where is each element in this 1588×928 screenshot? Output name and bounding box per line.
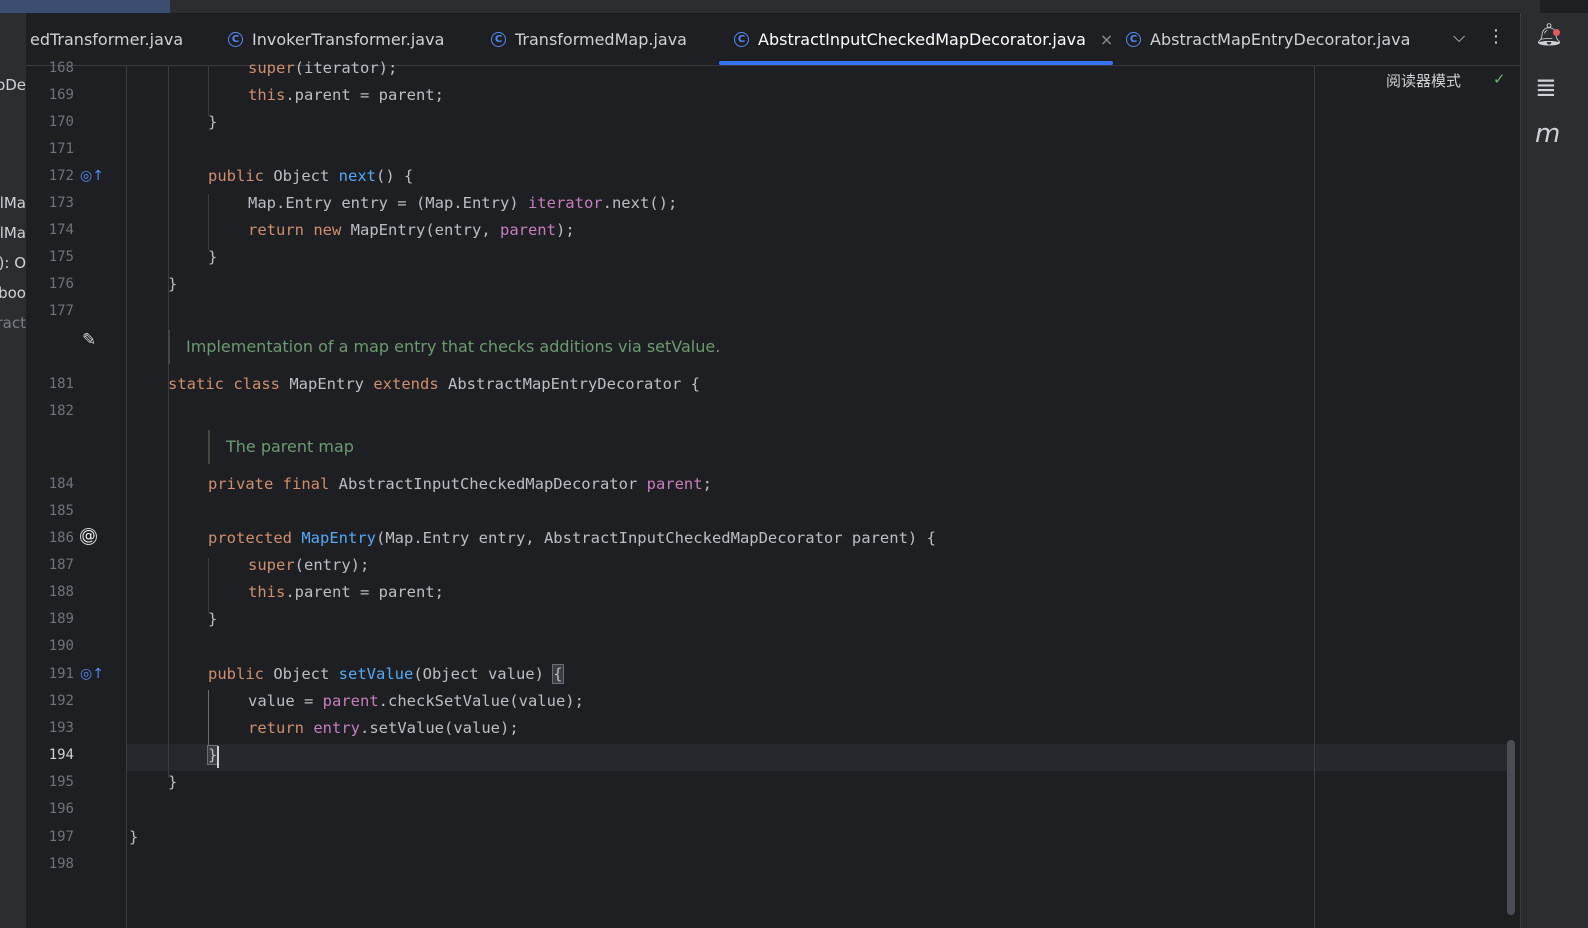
line-number: 174 [48,222,74,238]
database-icon[interactable]: ≣ [1535,73,1557,103]
line-number: 173 [48,195,74,211]
line-number: 170 [48,114,74,130]
chevron-down-icon[interactable]: ⌵ [1453,27,1465,47]
tab-label: edTransformer.java [30,29,184,49]
code-line-181[interactable]: static class MapEntry extends AbstractMa… [168,375,700,393]
code-line-189[interactable]: } [208,610,217,628]
line-number: 198 [48,856,74,872]
code-line-195[interactable]: } [168,773,177,791]
code-line-173[interactable]: Map.Entry entry = (Map.Entry) iterator.n… [248,194,677,212]
code-line-169[interactable]: this.parent = parent; [248,86,444,104]
code-line-170[interactable]: } [208,113,217,131]
line-number: 197 [48,829,74,845]
code-line-184[interactable]: private final AbstractInputCheckedMapDec… [208,475,712,493]
class-icon: C [491,31,506,47]
override-icon[interactable]: ◎↑ [80,666,104,682]
tab-invoker-transformer[interactable]: C InvokerTransformer.java [228,13,444,65]
doc-comment-map-entry[interactable]: Implementation of a map entry that check… [168,330,720,364]
structure-fragment[interactable]: pDe [0,76,26,94]
tab-label: InvokerTransformer.java [252,29,445,49]
code-line-193[interactable]: return entry.setValue(value); [248,719,519,737]
check-icon: ✓ [1493,70,1506,88]
line-number: 196 [48,801,74,817]
code-line-186[interactable]: protected MapEntry(Map.Entry entry, Abst… [208,529,936,547]
line-number: 186 [48,530,74,546]
line-number: 176 [48,276,74,292]
structure-panel: pDe lMa lMa ): O boo ract [0,13,26,928]
annotation-icon[interactable]: @ [80,528,97,545]
maven-icon[interactable]: m [1535,119,1560,149]
title-bar [0,0,1540,13]
line-number: 187 [48,557,74,573]
line-number-current: 194 [48,747,74,763]
class-icon: C [228,31,243,47]
code-line-192[interactable]: value = parent.checkSetValue(value); [248,692,584,710]
structure-fragment[interactable]: ract [0,314,26,332]
code-line-174[interactable]: return new MapEntry(entry, parent); [248,221,575,239]
line-number: 190 [48,638,74,654]
code-line-187[interactable]: super(entry); [248,556,369,574]
line-number: 169 [48,87,74,103]
code-line-191[interactable]: public Object setValue(Object value) { [208,664,564,684]
class-icon: C [734,31,749,47]
code-line-172[interactable]: public Object next() { [208,167,413,185]
structure-fragment[interactable]: ): O [0,254,26,272]
line-number: 189 [48,611,74,627]
more-menu-icon[interactable]: ⋮ [1487,26,1505,47]
active-tab-indicator [719,61,1113,65]
matched-brace: } [206,745,219,765]
line-number: 192 [48,693,74,709]
reader-mode-toggle[interactable]: 阅读器模式 [1386,70,1461,91]
tab-label: TransformedMap.java [515,29,687,49]
line-number: 172 [48,168,74,184]
tab-ed-transformer[interactable]: edTransformer.java [30,13,183,65]
close-icon[interactable]: × [1100,30,1113,49]
tab-abstract-input-checked-map-decorator[interactable]: C AbstractInputCheckedMapDecorator.java … [734,13,1113,65]
right-margin-guide [1314,66,1315,928]
structure-fragment[interactable]: lMa [0,224,26,242]
right-tool-window-bar: 🔔︎ ≣ m [1520,13,1588,928]
line-number: 181 [48,376,74,392]
doc-comment-parent-map[interactable]: The parent map [208,430,354,464]
line-number: 188 [48,584,74,600]
text-caret [217,746,219,768]
code-line-194[interactable]: } [206,745,219,765]
line-number: 168 [48,60,74,76]
code-line-168[interactable]: super(iterator); [248,59,397,77]
tab-label: AbstractInputCheckedMapDecorator.java [758,29,1086,49]
vertical-scrollbar-thumb[interactable] [1507,740,1515,915]
line-number: 185 [48,503,74,519]
code-line-188[interactable]: this.parent = parent; [248,583,444,601]
code-line-176[interactable]: } [168,275,177,293]
line-number: 175 [48,249,74,265]
line-number: 182 [48,403,74,419]
line-number: 191 [48,666,74,682]
line-number: 177 [48,303,74,319]
line-number: 171 [48,141,74,157]
class-icon: C [1126,31,1141,47]
line-number: 195 [48,774,74,790]
structure-fragment[interactable]: boo [0,284,26,302]
code-line-197[interactable]: } [129,828,138,846]
notification-badge [1553,29,1560,36]
code-line-175[interactable]: } [208,248,217,266]
structure-fragment[interactable]: lMa [0,194,26,212]
line-number: 193 [48,720,74,736]
line-number: 184 [48,476,74,492]
override-icon[interactable]: ◎↑ [80,168,104,184]
current-line-highlight [127,744,1507,771]
project-widget-highlight[interactable] [0,0,170,13]
tab-label: AbstractMapEntryDecorator.java [1150,29,1411,49]
matched-brace: { [552,664,564,684]
tab-transformed-map[interactable]: C TransformedMap.java [491,13,687,65]
bell-icon[interactable]: 🔔︎ [1535,23,1563,48]
tab-abstract-map-entry-decorator[interactable]: C AbstractMapEntryDecorator.java [1126,13,1410,65]
edit-doc-icon[interactable]: ✎ [82,330,96,350]
